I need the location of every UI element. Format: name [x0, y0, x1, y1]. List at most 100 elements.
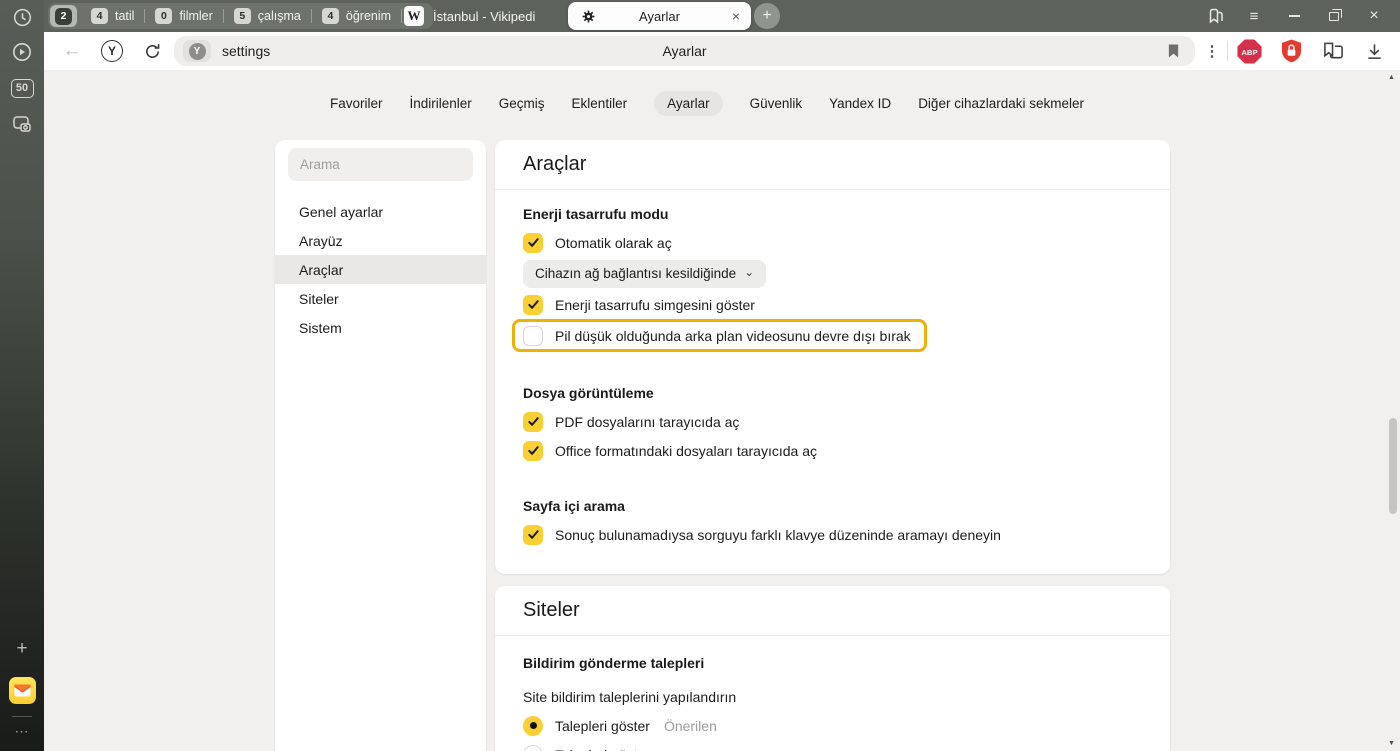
checkbox-checked-icon[interactable] [523, 525, 543, 545]
yandex-mail-icon[interactable] [9, 677, 36, 704]
hide-requests-radio-row[interactable]: Talepleri gösterme [523, 740, 1142, 751]
back-button[interactable]: ← [52, 32, 92, 70]
video-player-icon[interactable] [0, 34, 44, 70]
energy-mode-dropdown[interactable]: Cihazın ağ bağlantısı kesildiğinde ⌄ [523, 260, 766, 288]
radio-checked-icon[interactable] [523, 716, 543, 736]
sites-settings-card: Siteler Bildirim gönderme talepleri Site… [495, 586, 1170, 751]
notifications-description: Site bildirim taleplerini yapılandırın [523, 682, 1142, 711]
checkbox-checked-icon[interactable] [523, 295, 543, 315]
close-window-button[interactable]: × [1354, 0, 1394, 32]
refresh-button[interactable] [132, 32, 172, 70]
sidebar-item-araclar-active[interactable]: Araçlar [275, 255, 486, 284]
close-tab-icon[interactable]: × [732, 8, 740, 24]
tab-group-calisma[interactable]: 5 çalışma [224, 8, 311, 24]
file-viewing-heading: Dosya görüntüleme [523, 378, 1142, 407]
more-dots-icon: ⋯ [15, 723, 30, 740]
plus-icon: + [16, 638, 27, 660]
adblock-plus-extension[interactable]: ABP [1228, 32, 1270, 70]
nav-ayarlar-active[interactable]: Ayarlar [654, 91, 723, 116]
shield-lock-icon [1280, 38, 1303, 64]
checkbox-checked-icon[interactable] [523, 412, 543, 432]
active-tab-group[interactable]: 2 [50, 5, 77, 27]
omnibox-kebab-menu[interactable]: ⋮ [1197, 42, 1227, 60]
sites-card-title: Siteler [523, 599, 580, 622]
sites-card-header: Siteler [495, 586, 1170, 636]
battery-video-row-wrap: Pil düşük olduğunda arka plan videosunu … [523, 319, 1142, 352]
scroll-up-icon[interactable]: ▲ [1387, 74, 1396, 81]
auto-on-checkbox-row[interactable]: Otomatik olarak aç [523, 228, 1142, 257]
address-bar[interactable]: Y settings Ayarlar [174, 36, 1195, 66]
page-scrollbar[interactable]: ▲ ▼ [1387, 70, 1400, 751]
kebab-icon: ⋮ [1205, 43, 1220, 60]
new-tab-button[interactable]: + [754, 3, 780, 29]
show-requests-radio-row[interactable]: Talepleri göster Önerilen [523, 711, 1142, 740]
settings-search[interactable] [288, 148, 473, 181]
nav-indirilenler[interactable]: İndirilenler [410, 96, 472, 111]
history-icon[interactable] [0, 0, 44, 34]
find-in-page-heading: Sayfa içi arama [523, 491, 1142, 520]
checkbox-unchecked-icon[interactable] [523, 326, 543, 346]
tab-group-filmler[interactable]: 0 filmler [145, 8, 222, 24]
recommended-hint: Önerilen [664, 718, 717, 734]
tools-card-title: Araçlar [523, 153, 586, 176]
minimize-button[interactable] [1274, 0, 1314, 32]
settings-sidebar-card: Genel ayarlar Arayüz Araçlar Siteler Sis… [275, 140, 486, 751]
tab-group-tatil[interactable]: 4 tatil [81, 8, 144, 24]
refresh-icon [143, 42, 162, 61]
plus-icon: + [762, 7, 771, 25]
collections-icon [1321, 40, 1346, 62]
nav-gecmis[interactable]: Geçmiş [499, 96, 545, 111]
side-panels-icon[interactable] [1194, 0, 1234, 32]
scrollbar-thumb[interactable] [1389, 418, 1397, 514]
nav-favoriler[interactable]: Favoriler [330, 96, 383, 111]
highlighted-setting-box[interactable]: Pil düşük olduğunda arka plan videosunu … [512, 319, 927, 352]
bookmark-icon[interactable] [1167, 43, 1180, 64]
gear-icon [581, 9, 596, 24]
checkbox-checked-icon[interactable] [523, 233, 543, 253]
sidebar-item-genel-ayarlar[interactable]: Genel ayarlar [275, 197, 486, 226]
settings-page: Favoriler İndirilenler Geçmiş Eklentiler… [44, 70, 1400, 751]
window-controls: ≡ × [1194, 0, 1394, 32]
pdf-checkbox-row[interactable]: PDF dosyalarını tarayıcıda aç [523, 407, 1142, 436]
checkbox-checked-icon[interactable] [523, 441, 543, 461]
settings-section-list: Genel ayarlar Arayüz Araçlar Siteler Sis… [275, 197, 486, 342]
nav-eklentiler[interactable]: Eklentiler [572, 96, 628, 111]
add-panel-button[interactable]: + [0, 631, 44, 667]
settings-top-nav: Favoriler İndirilenler Geçmiş Eklentiler… [44, 91, 1370, 116]
recorder-count: 50 [11, 79, 34, 98]
sidebar-more-button[interactable]: ⋯ [0, 719, 44, 743]
tab-group-ogrenim[interactable]: 4 öğrenim [312, 8, 401, 24]
nav-yandex-id[interactable]: Yandex ID [829, 96, 891, 111]
sidebar-item-arayuz[interactable]: Arayüz [275, 226, 486, 255]
sidebar-item-sistem[interactable]: Sistem [275, 313, 486, 342]
protect-shield-extension[interactable] [1270, 32, 1312, 70]
office-checkbox-row[interactable]: Office formatındaki dosyaları tarayıcıda… [523, 436, 1142, 465]
yandex-logo-icon: Y [101, 40, 123, 62]
radio-unchecked-icon[interactable] [523, 745, 543, 751]
notifications-heading: Bildirim gönderme talepleri [523, 648, 1142, 677]
screenshot-icon[interactable] [0, 106, 44, 142]
yandex-home-button[interactable]: Y [92, 32, 132, 70]
downloads-button[interactable] [1354, 32, 1394, 70]
collections-panel-button[interactable] [1312, 32, 1354, 70]
restore-button[interactable] [1314, 0, 1354, 32]
sidebar-item-siteler[interactable]: Siteler [275, 284, 486, 313]
scroll-down-icon[interactable]: ▼ [1387, 740, 1396, 747]
nav-diger-cihazlar[interactable]: Diğer cihazlardaki sekmeler [918, 96, 1084, 111]
browser-menu-icon[interactable]: ≡ [1234, 0, 1274, 32]
search-input[interactable] [288, 157, 473, 172]
tab-ayarlar-active[interactable]: Ayarlar × [568, 2, 751, 30]
energy-mode-dropdown-row: Cihazın ağ bağlantısı kesildiğinde ⌄ [523, 257, 1142, 290]
tab-strip: 2 4 tatil 0 filmler 5 çalışma 4 öğrenim … [44, 0, 1400, 32]
show-energy-icon-checkbox-row[interactable]: Enerji tasarrufu simgesini göster [523, 290, 1142, 319]
tab-istanbul-vikipedi[interactable]: W İstanbul - Vikipedi [396, 0, 543, 32]
tools-card-header: Araçlar [495, 140, 1170, 190]
nav-guvenlik[interactable]: Güvenlik [750, 96, 803, 111]
recorder-badge-icon[interactable]: 50 [0, 70, 44, 106]
keyboard-layout-checkbox-row[interactable]: Sonuç bulunamadıysa sorguyu farklı klavy… [523, 520, 1142, 549]
tools-settings-card: Araçlar Enerji tasarrufu modu Otomatik o… [495, 140, 1170, 574]
svg-text:ABP: ABP [1241, 47, 1257, 56]
browser-side-panel: 50 + ⋯ [0, 0, 44, 751]
url-text: settings [222, 43, 270, 59]
browser-toolbar: ← Y Y settings Ayarlar ⋮ ABP [44, 32, 1400, 70]
